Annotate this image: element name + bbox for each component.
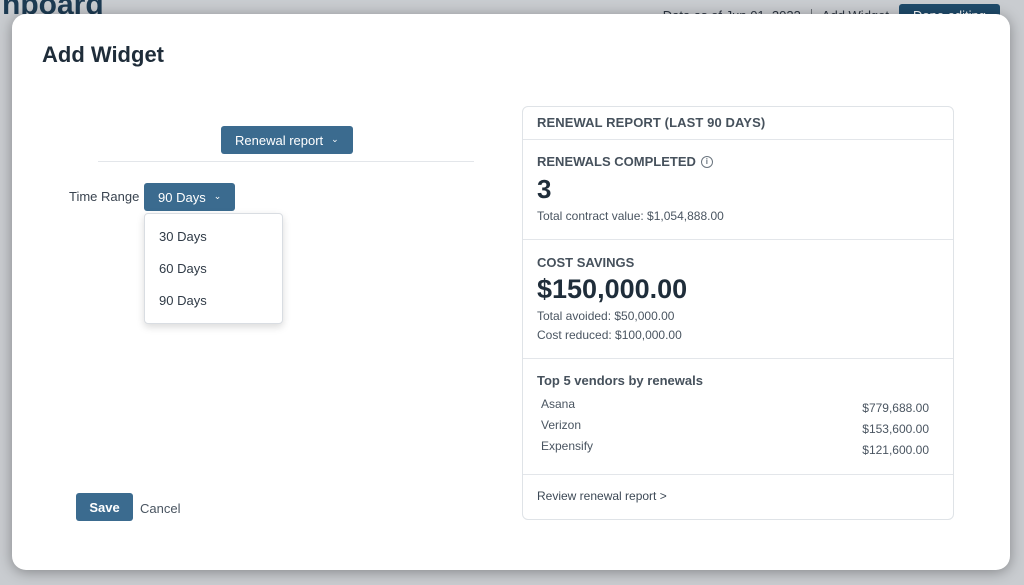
report-type-value: Renewal report	[235, 132, 324, 148]
cost-reduced-text: Cost reduced: $100,000.00	[537, 328, 682, 342]
add-widget-modal: Add Widget Renewal report ⌄ Time Range 9…	[12, 14, 1010, 570]
vendor-name: Expensify	[541, 439, 594, 453]
cost-savings-label: COST SAVINGS	[537, 255, 635, 270]
vendor-row: Expensify $121,600.00	[541, 439, 929, 457]
time-range-option-60[interactable]: 60 Days	[145, 256, 282, 288]
cancel-link[interactable]: Cancel	[140, 501, 180, 516]
renewals-label-row: RENEWALS COMPLETED i	[537, 154, 713, 169]
review-renewal-report-link[interactable]: Review renewal report >	[537, 489, 667, 503]
time-range-dropdown: 30 Days 60 Days 90 Days	[144, 213, 283, 324]
preview-header: RENEWAL REPORT (LAST 90 DAYS)	[523, 107, 953, 140]
modal-title: Add Widget	[42, 42, 164, 67]
vendor-name: Verizon	[541, 418, 582, 432]
time-range-select[interactable]: 90 Days ⌄	[144, 183, 236, 211]
time-range-option-90[interactable]: 90 Days	[145, 288, 282, 320]
time-range-value: 90 Days	[158, 189, 206, 205]
cost-savings-value: $150,000.00	[537, 274, 688, 304]
vendor-row: Asana $779,688.00	[541, 397, 929, 415]
total-avoided-text: Total avoided: $50,000.00	[537, 309, 675, 323]
time-range-label: Time Range	[69, 189, 140, 204]
info-icon[interactable]: i	[700, 155, 713, 168]
chevron-down-icon: ⌄	[213, 190, 222, 201]
vendor-amount: $779,688.00	[862, 401, 929, 415]
renewals-label: RENEWALS COMPLETED	[537, 154, 696, 169]
renewals-count: 3	[537, 174, 552, 204]
contract-value-text: Total contract value: $1,054,888.00	[537, 209, 724, 223]
cost-savings-section: COST SAVINGS $150,000.00 Total avoided: …	[523, 240, 953, 359]
vendor-amount: $121,600.00	[862, 443, 929, 457]
vendor-name: Asana	[541, 397, 576, 411]
top-vendors-title: Top 5 vendors by renewals	[537, 373, 703, 388]
renewals-section: RENEWALS COMPLETED i 3 Total contract va…	[523, 140, 953, 240]
save-button[interactable]: Save	[76, 493, 133, 521]
report-type-select[interactable]: Renewal report ⌄	[221, 126, 353, 154]
vendor-row: Verizon $153,600.00	[541, 418, 929, 436]
time-range-option-30[interactable]: 30 Days	[145, 224, 282, 256]
chevron-down-icon: ⌄	[331, 133, 339, 144]
vendor-amount: $153,600.00	[862, 422, 929, 436]
section-divider	[98, 161, 474, 162]
top-vendors-section: Top 5 vendors by renewals Asana $779,688…	[523, 359, 953, 475]
widget-preview-card: RENEWAL REPORT (LAST 90 DAYS) RENEWALS C…	[522, 106, 954, 520]
